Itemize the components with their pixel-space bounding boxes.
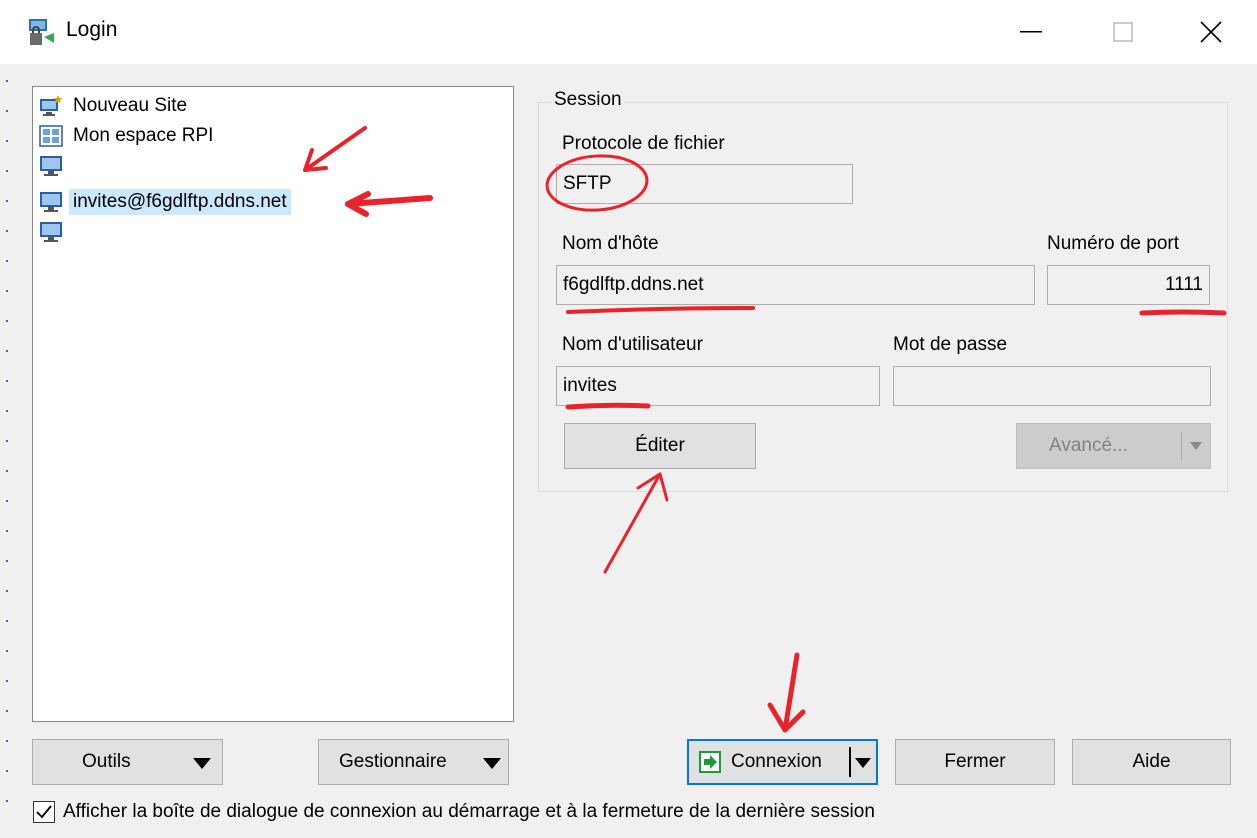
- username-field[interactable]: invites: [556, 366, 880, 406]
- monitor-icon: [40, 156, 62, 176]
- host-label: Nom d'hôte: [562, 233, 659, 254]
- window-title: Login: [66, 18, 118, 41]
- advanced-divider: [1181, 432, 1182, 460]
- tools-button-label: Outils: [82, 751, 131, 772]
- edit-button[interactable]: Éditer: [564, 423, 756, 469]
- port-field[interactable]: 1111: [1047, 265, 1210, 305]
- connect-divider: [849, 747, 851, 777]
- left-edge-marker: [6, 80, 8, 820]
- tools-button[interactable]: Outils: [32, 739, 223, 785]
- session-legend: Session: [552, 89, 624, 111]
- checkmark-icon: [36, 805, 52, 819]
- site-item-5[interactable]: [39, 217, 73, 247]
- manager-button-label: Gestionnaire: [339, 751, 447, 772]
- show-dialog-label: Afficher la boîte de dialogue de connexi…: [63, 801, 875, 822]
- help-button-label: Aide: [1132, 751, 1171, 772]
- connect-icon: [699, 751, 721, 773]
- maximize-icon: [1113, 22, 1133, 42]
- monitor-icon: [40, 222, 62, 242]
- site-item-label: Nouveau Site: [73, 95, 188, 116]
- site-item-invites[interactable]: invites@f6gdlftp.ddns.net: [39, 187, 291, 217]
- connect-button-label: Connexion: [731, 751, 822, 772]
- minimize-button[interactable]: [985, 0, 1077, 64]
- port-value: 1111: [1164, 274, 1203, 295]
- help-button[interactable]: Aide: [1072, 739, 1231, 785]
- site-tree[interactable]: Nouveau Site Mon espace RPI invites@f6gd…: [32, 86, 514, 722]
- host-value: f6gdlftp.ddns.net: [563, 274, 704, 295]
- close-button[interactable]: [1165, 0, 1257, 64]
- site-item-new-site[interactable]: Nouveau Site: [39, 91, 187, 121]
- protocol-label: Protocole de fichier: [562, 133, 725, 154]
- site-item-label: invites@f6gdlftp.ddns.net: [69, 189, 291, 215]
- close-dialog-button[interactable]: Fermer: [895, 739, 1055, 785]
- connect-button[interactable]: Connexion: [687, 739, 878, 785]
- advanced-button[interactable]: Avancé...: [1016, 423, 1211, 469]
- minimize-icon: [1020, 31, 1042, 33]
- manager-button[interactable]: Gestionnaire: [318, 739, 509, 785]
- site-item-label: Mon espace RPI: [73, 125, 214, 146]
- new-site-icon: [40, 95, 63, 116]
- monitor-icon: [40, 192, 62, 212]
- edit-button-label: Éditer: [635, 435, 685, 456]
- chevron-down-icon: [193, 758, 211, 769]
- advanced-button-label: Avancé...: [1049, 435, 1128, 456]
- user-label: Nom d'utilisateur: [562, 334, 703, 355]
- site-item-mon-espace-rpi[interactable]: Mon espace RPI: [39, 121, 213, 151]
- host-field[interactable]: f6gdlftp.ddns.net: [556, 265, 1035, 305]
- show-dialog-checkbox[interactable]: [33, 801, 55, 823]
- port-label: Numéro de port: [1047, 233, 1180, 254]
- site-item-3[interactable]: [39, 151, 73, 181]
- chevron-down-icon: [855, 758, 871, 768]
- site-grid-icon: [39, 125, 63, 147]
- chevron-down-icon: [483, 758, 501, 769]
- maximize-button[interactable]: [1077, 0, 1169, 64]
- protocol-value: SFTP: [563, 173, 612, 194]
- password-label: Mot de passe: [893, 334, 1008, 355]
- close-dialog-button-label: Fermer: [944, 751, 1006, 772]
- winscp-app-icon: [29, 19, 54, 45]
- close-icon: [1200, 21, 1222, 43]
- red-arrow-connect: [767, 652, 806, 733]
- chevron-down-icon: [1190, 442, 1202, 450]
- password-field[interactable]: [893, 366, 1211, 406]
- username-value: invites: [563, 375, 617, 396]
- protocol-select[interactable]: SFTP: [556, 164, 853, 204]
